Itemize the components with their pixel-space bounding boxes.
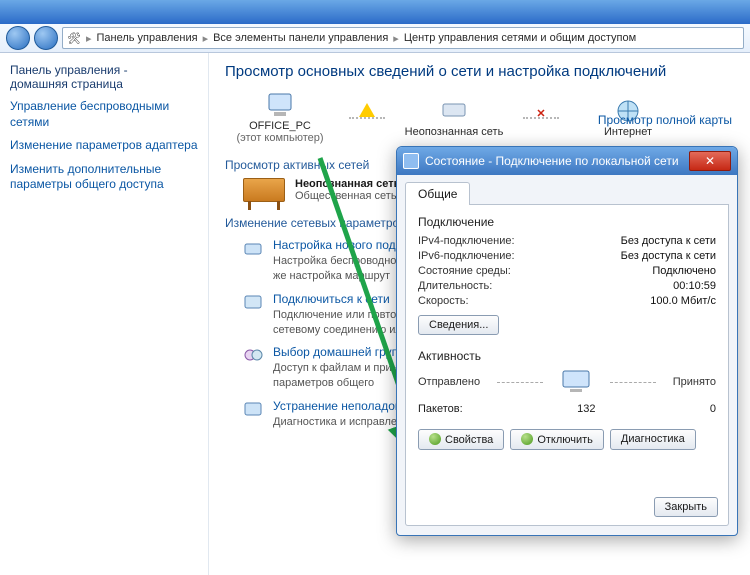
kv-key: IPv4-подключение:	[418, 235, 515, 247]
disable-button[interactable]: Отключить	[510, 429, 604, 450]
dialog-titlebar[interactable]: Состояние - Подключение по локальной сет…	[397, 147, 737, 175]
shield-icon	[521, 433, 533, 445]
close-button[interactable]: ✕	[689, 151, 731, 171]
nav-forward-button[interactable]	[34, 26, 58, 50]
breadcrumb-part[interactable]: Все элементы панели управления	[213, 32, 388, 44]
breadcrumb[interactable]: 🛠 ▸ Панель управления ▸ Все элементы пан…	[62, 27, 744, 49]
close-dialog-button[interactable]: Закрыть	[654, 497, 718, 517]
breadcrumb-part[interactable]: Панель управления	[97, 32, 198, 44]
map-link-warn	[349, 117, 385, 119]
network-type: Общественная сеть	[295, 190, 397, 202]
kv-val: Без доступа к сети	[621, 235, 716, 247]
kv-val: Без доступа к сети	[621, 250, 716, 262]
diagnose-button[interactable]: Диагностика	[610, 429, 696, 450]
status-dialog: Состояние - Подключение по локальной сет…	[396, 146, 738, 536]
map-link-error	[523, 117, 559, 119]
sidebar-title-line: домашняя страница	[10, 77, 123, 91]
value-recv: 0	[710, 403, 716, 415]
adapter-icon	[403, 153, 419, 169]
kv-val: 00:10:59	[673, 280, 716, 292]
sidebar-link-adapter[interactable]: Изменение параметров адаптера	[10, 138, 198, 154]
sidebar-title: Панель управления - домашняя страница	[10, 63, 198, 91]
activity-bar	[497, 382, 543, 383]
node-unknown-network[interactable]: Неопознанная сеть	[399, 98, 509, 138]
sidebar-link-wireless[interactable]: Управление беспроводными сетями	[10, 99, 198, 130]
kv-key: Скорость:	[418, 295, 469, 307]
bench-icon	[243, 178, 285, 202]
label-received: Принято	[673, 376, 716, 388]
sidebar-link-sharing[interactable]: Изменить дополнительные параметры общего…	[10, 162, 198, 193]
node-label: OFFICE_PC	[249, 120, 311, 132]
page-heading: Просмотр основных сведений о сети и наст…	[225, 63, 734, 80]
details-button[interactable]: Сведения...	[418, 315, 499, 335]
node-label: Интернет	[604, 126, 652, 138]
label-sent: Отправлено	[418, 376, 480, 388]
control-panel-icon: 🛠	[67, 32, 81, 45]
sidebar: Панель управления - домашняя страница Уп…	[0, 53, 209, 575]
node-sublabel: (этот компьютер)	[236, 132, 323, 144]
kv-key: Состояние среды:	[418, 265, 511, 277]
tab-general[interactable]: Общие	[405, 182, 470, 205]
shield-icon	[429, 433, 441, 445]
computer-activity-icon	[559, 369, 593, 395]
chevron-right-icon: ▸	[203, 32, 209, 45]
kv-key: Длительность:	[418, 280, 492, 292]
node-this-pc[interactable]: OFFICE_PC (этот компьютер)	[225, 92, 335, 144]
troubleshoot-icon	[243, 399, 263, 419]
computer-icon	[265, 92, 295, 120]
properties-button[interactable]: Свойства	[418, 429, 504, 450]
nav-back-button[interactable]	[6, 26, 30, 50]
node-label: Неопознанная сеть	[405, 126, 504, 138]
homegroup-icon	[243, 345, 263, 365]
full-map-link[interactable]: Просмотр полной карты	[598, 113, 732, 127]
network-icon	[439, 98, 469, 126]
dialog-title: Состояние - Подключение по локальной сет…	[425, 154, 679, 168]
close-icon: ✕	[705, 154, 715, 168]
connect-icon	[243, 292, 263, 312]
breadcrumb-part[interactable]: Центр управления сетями и общим доступом	[404, 32, 636, 44]
sidebar-title-line: Панель управления -	[10, 63, 128, 77]
group-connection: Подключение	[418, 215, 716, 229]
chevron-right-icon: ▸	[86, 32, 92, 45]
window-titlebar	[0, 0, 750, 24]
chevron-right-icon: ▸	[393, 32, 399, 45]
tab-panel: Подключение IPv4-подключение: Без доступа…	[405, 205, 729, 526]
kv-key: IPv6-подключение:	[418, 250, 515, 262]
activity-bar	[610, 382, 656, 383]
value-sent: 132	[577, 403, 595, 415]
kv-val: Подключено	[652, 265, 716, 277]
network-name: Неопознанная сеть	[295, 178, 400, 190]
address-bar: 🛠 ▸ Панель управления ▸ Все элементы пан…	[0, 24, 750, 53]
btn-label: Свойства	[445, 434, 493, 446]
label-packets: Пакетов:	[418, 403, 463, 415]
connection-icon	[243, 238, 263, 258]
group-activity: Активность	[418, 349, 716, 363]
btn-label: Отключить	[537, 434, 593, 446]
kv-val: 100.0 Мбит/с	[650, 295, 716, 307]
tab-strip: Общие	[405, 181, 729, 205]
